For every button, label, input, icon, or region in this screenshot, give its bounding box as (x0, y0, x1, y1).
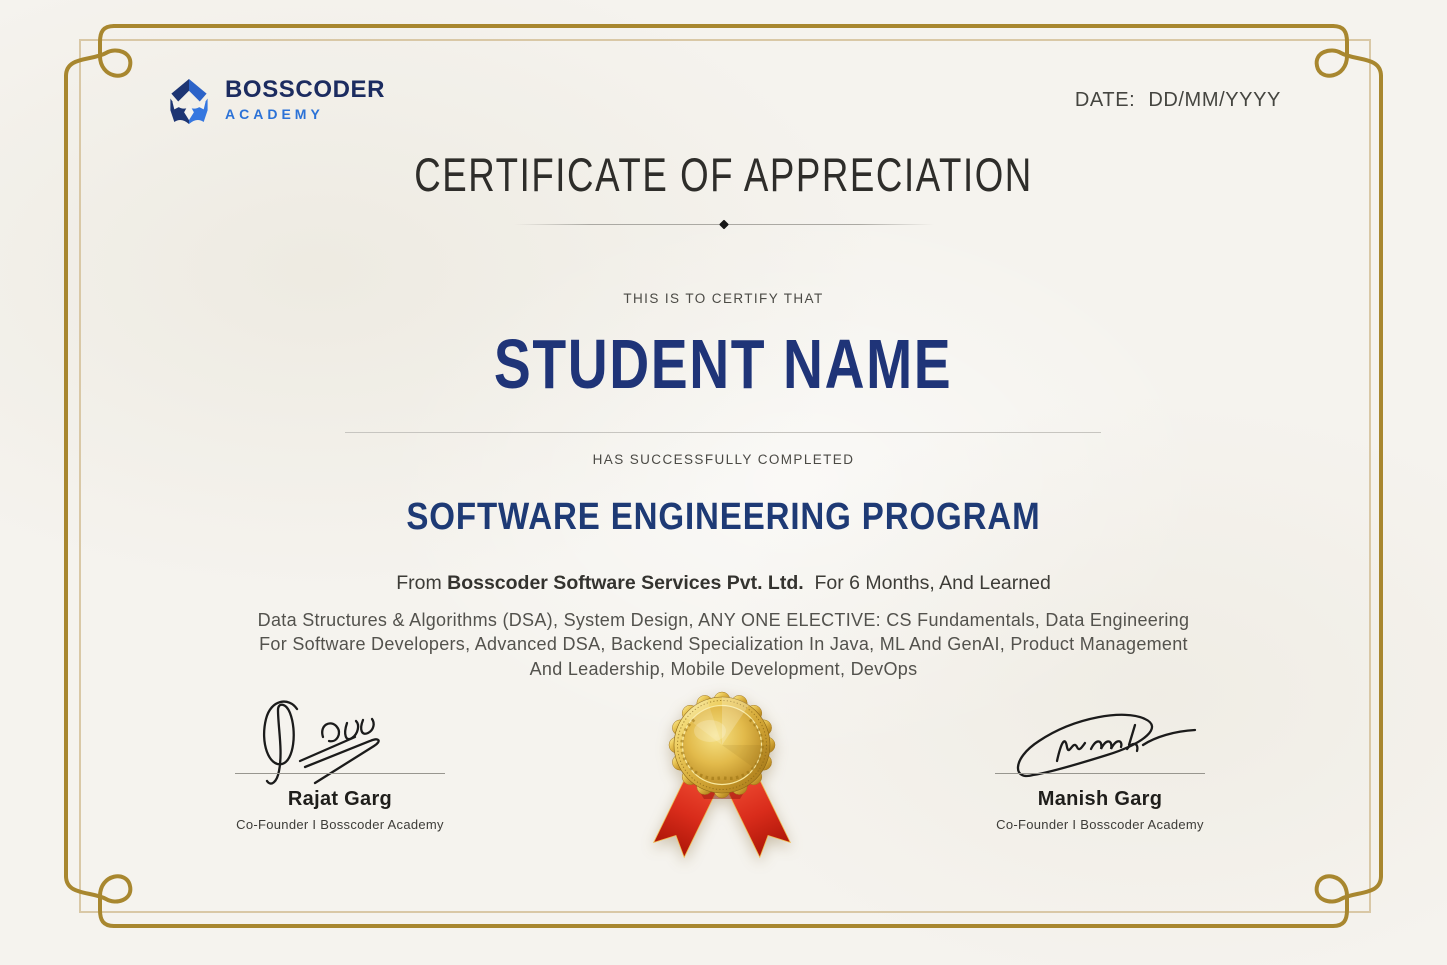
date-value: DD/MM/YYYY (1148, 89, 1281, 112)
program-from-line: From Bosscoder Software Services Pvt. Lt… (0, 572, 1447, 595)
duration-text: For 6 Months, And Learned (804, 572, 1051, 594)
signature-line (995, 773, 1205, 774)
student-name-wrap: STUDENT NAME (0, 329, 1447, 399)
date-field: DATE: DD/MM/YYYY (1075, 89, 1281, 112)
signature-block-left: Rajat Garg Co-Founder I Bosscoder Academ… (235, 695, 445, 845)
diamond-separator-icon (719, 219, 729, 229)
logo-text: BOSSCODER ACADEMY (225, 78, 385, 121)
signatory-title: Co-Founder I Bosscoder Academy (235, 817, 445, 832)
program-name-wrap: SOFTWARE ENGINEERING PROGRAM (0, 498, 1447, 536)
student-name: STUDENT NAME (494, 329, 952, 399)
award-medal-icon (637, 683, 807, 861)
certificate-title: CERTIFICATE OF APPRECIATION (414, 151, 1033, 198)
signatory-name: Manish Garg (995, 788, 1205, 811)
provider-name: Bosscoder Software Services Pvt. Ltd. (447, 572, 804, 594)
signature-rajat-garg-icon (245, 693, 445, 793)
date-label: DATE: (1075, 89, 1135, 112)
bosscoder-logo-icon (164, 78, 214, 124)
certify-text: THIS IS TO CERTIFY THAT (0, 291, 1447, 306)
certificate-page: BOSSCODER ACADEMY DATE: DD/MM/YYYY CERTI… (0, 0, 1447, 965)
signature-line (235, 773, 445, 774)
from-prefix: From (396, 572, 447, 594)
logo-subname: ACADEMY (225, 107, 385, 121)
certificate-title-wrap: CERTIFICATE OF APPRECIATION (0, 151, 1447, 198)
completed-text: HAS SUCCESSFULLY COMPLETED (0, 452, 1447, 467)
title-divider (514, 224, 934, 225)
brand-logo: BOSSCODER ACADEMY (164, 78, 385, 124)
curriculum-text: Data Structures & Algorithms (DSA), Syst… (194, 608, 1254, 681)
student-name-rule (345, 432, 1101, 433)
program-name: SOFTWARE ENGINEERING PROGRAM (406, 498, 1040, 536)
signatory-name: Rajat Garg (235, 788, 445, 811)
signatory-title: Co-Founder I Bosscoder Academy (995, 817, 1205, 832)
signature-block-right: Manish Garg Co-Founder I Bosscoder Acade… (995, 695, 1205, 845)
logo-name: BOSSCODER (225, 78, 385, 102)
